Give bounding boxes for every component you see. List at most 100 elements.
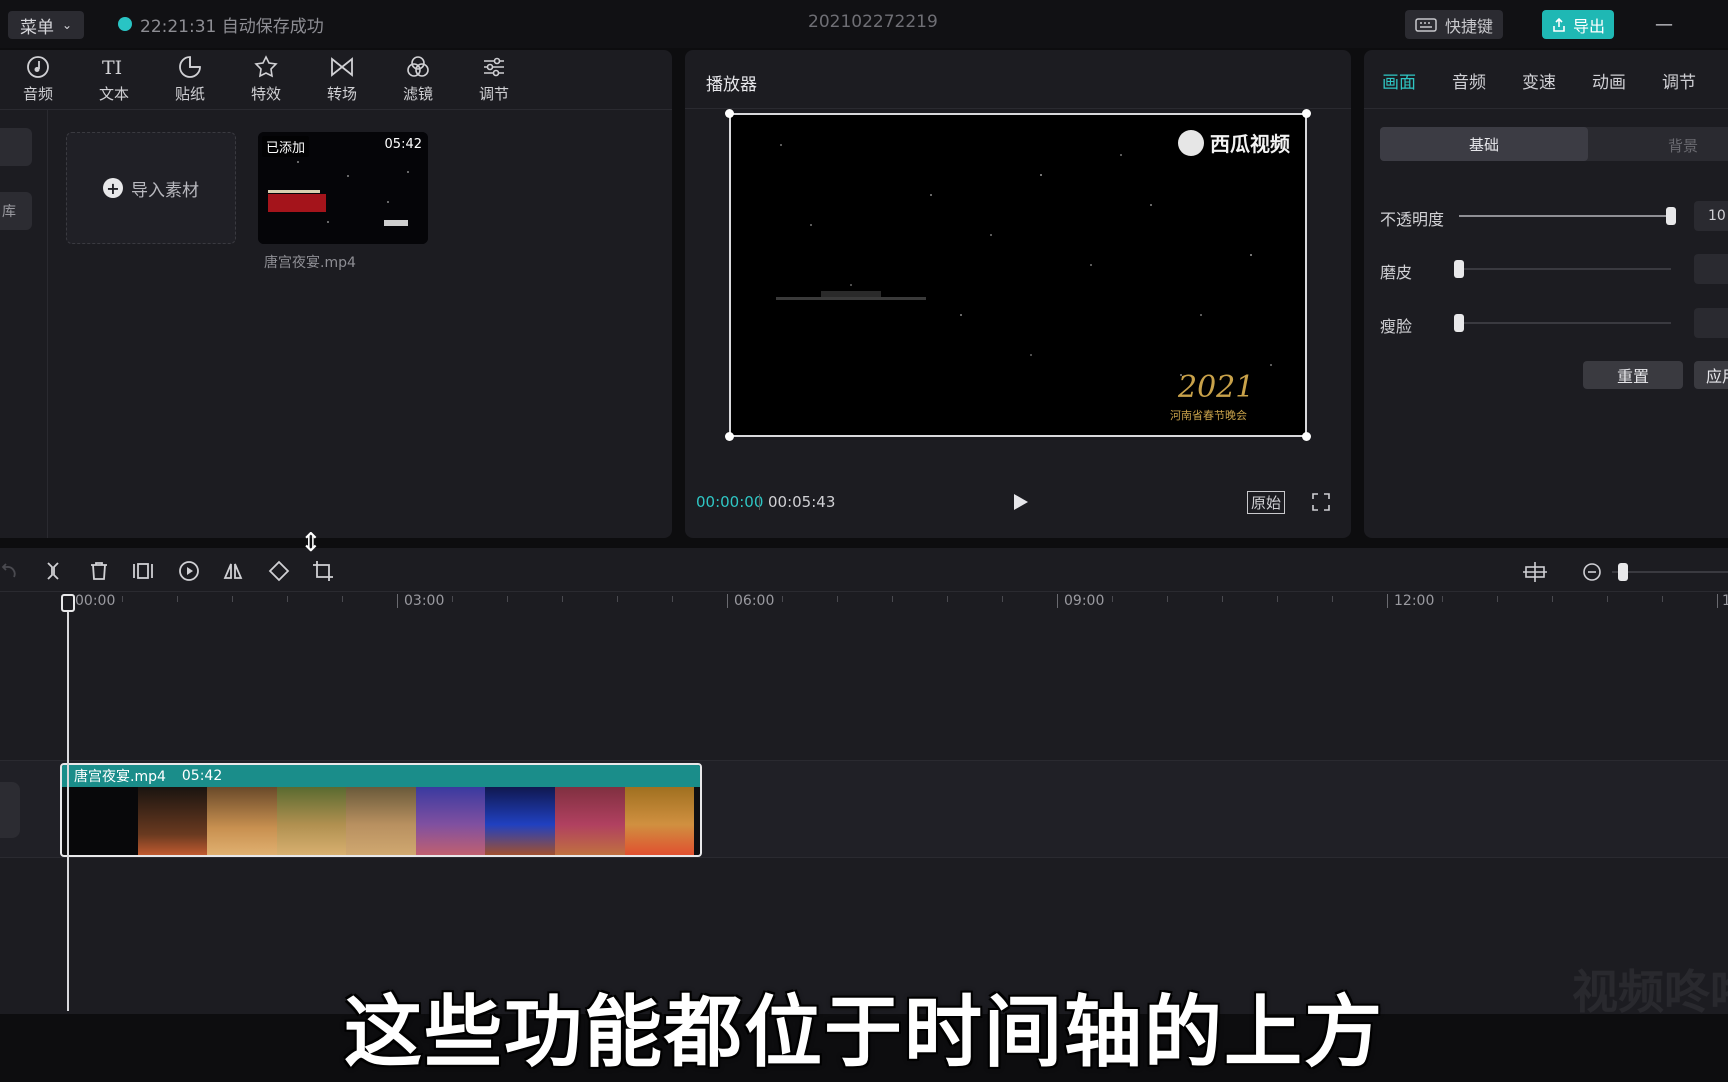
media-clip-thumbnail[interactable]: 已添加 05:42 — [258, 132, 428, 244]
slim-face-knob[interactable] — [1454, 314, 1464, 332]
playhead-line[interactable] — [67, 595, 69, 1011]
ruler-tick — [1442, 596, 1443, 602]
import-media-button[interactable]: + 导入素材 — [66, 132, 236, 244]
segment-background[interactable]: 背景 — [1668, 135, 1698, 156]
ruler-tick — [617, 596, 618, 602]
time-ruler[interactable] — [0, 592, 1728, 616]
undo-icon[interactable] — [0, 561, 18, 581]
slim-face-value[interactable] — [1694, 308, 1728, 338]
menu-label: 菜单 — [19, 17, 54, 38]
tool-text-label: 文本 — [98, 85, 129, 103]
project-title: 202102272219 — [808, 12, 938, 32]
crop-icon[interactable] — [312, 560, 334, 582]
rotate-icon[interactable] — [268, 560, 290, 582]
ruler-tick — [507, 596, 508, 602]
tab-speed[interactable]: 变速 — [1522, 68, 1556, 93]
import-label: 导入素材 — [131, 180, 199, 201]
track-cover-handle[interactable] — [0, 782, 20, 838]
export-icon — [1553, 17, 1565, 32]
ruler-tick — [1112, 596, 1113, 602]
aspect-original-button[interactable]: 原始 — [1247, 491, 1286, 514]
tab-adjust[interactable]: 调节 — [1662, 68, 1696, 93]
tool-sticker[interactable]: 贴纸 — [160, 54, 220, 110]
resize-handle-br[interactable] — [1302, 432, 1311, 441]
tab-animation[interactable]: 动画 — [1592, 68, 1626, 93]
ruler-label-0: 00:00 — [75, 593, 116, 609]
zoom-out-icon[interactable] — [1582, 562, 1602, 582]
clip-frame — [276, 787, 347, 855]
playhead-handle[interactable] — [61, 594, 75, 612]
tool-transition[interactable]: 转场 — [312, 54, 372, 110]
shortcut-button[interactable]: 快捷键 — [1405, 10, 1503, 39]
play-icon[interactable] — [1010, 492, 1030, 512]
ruler-label-3: 09:00 — [1064, 593, 1105, 609]
ruler-tick — [1387, 594, 1388, 608]
zoom-knob[interactable] — [1618, 563, 1628, 581]
save-status-icon — [118, 17, 132, 31]
smooth-label: 磨皮 — [1380, 263, 1413, 282]
mirror-icon[interactable] — [222, 560, 244, 582]
ruler-tick — [947, 596, 948, 602]
tool-text[interactable]: TI 文本 — [84, 54, 144, 110]
reverse-play-icon[interactable] — [178, 560, 200, 582]
tool-adjust[interactable]: 调节 — [464, 54, 524, 110]
slim-face-track[interactable] — [1459, 322, 1671, 324]
split-icon[interactable] — [42, 560, 64, 582]
ruler-tick — [232, 596, 233, 602]
minimize-button[interactable]: — — [1652, 12, 1676, 36]
smooth-knob[interactable] — [1454, 260, 1464, 278]
ruler-tick — [562, 596, 563, 602]
tool-audio[interactable]: 音频 — [8, 54, 68, 110]
menu-button[interactable]: 菜单 ⌄ — [8, 11, 84, 39]
ruler-tick — [782, 596, 783, 602]
apply-button[interactable]: 应用 — [1694, 361, 1728, 389]
side-tab-library[interactable]: 库 — [0, 192, 32, 230]
resize-handle-tl[interactable] — [725, 109, 734, 118]
ruler-tick — [727, 594, 728, 608]
export-button[interactable]: 导出 — [1542, 10, 1614, 39]
ruler-tick — [1717, 594, 1718, 608]
freeze-frame-icon[interactable] — [132, 560, 154, 582]
delete-icon[interactable] — [88, 560, 110, 582]
media-side-column: 库 — [0, 110, 48, 538]
resize-handle-tr[interactable] — [1302, 109, 1311, 118]
ruler-tick — [1057, 594, 1058, 608]
segment-basic[interactable]: 基础 — [1380, 127, 1588, 161]
resize-cursor-icon: ⇕ — [300, 528, 322, 558]
clip-frame — [624, 787, 695, 855]
tool-effects-label: 特效 — [250, 85, 281, 103]
clip-frames — [68, 787, 695, 855]
timeline-clip-duration: 05:42 — [181, 768, 223, 784]
fullscreen-icon[interactable] — [1312, 493, 1330, 511]
svg-text:TI: TI — [102, 57, 122, 79]
plus-icon: + — [103, 178, 123, 198]
snap-icon[interactable] — [1522, 561, 1548, 583]
tool-audio-label: 音频 — [22, 85, 53, 103]
tool-filter[interactable]: 滤镜 — [388, 54, 448, 110]
tool-effects[interactable]: 特效 — [236, 54, 296, 110]
chevron-down-icon: ⌄ — [61, 18, 73, 32]
zoom-track[interactable] — [1612, 571, 1728, 573]
clip-duration-badge: 05:42 — [384, 137, 422, 152]
smooth-value[interactable] — [1694, 254, 1728, 284]
resize-handle-bl[interactable] — [725, 432, 734, 441]
clip-frame — [485, 787, 555, 855]
opacity-knob[interactable] — [1666, 207, 1676, 225]
tab-picture[interactable]: 画面 — [1382, 68, 1416, 93]
smooth-track[interactable] — [1459, 268, 1671, 270]
shortcut-label: 快捷键 — [1444, 16, 1493, 36]
tool-filter-label: 滤镜 — [402, 85, 433, 103]
keyboard-icon — [1415, 17, 1437, 32]
side-tab-1[interactable] — [0, 128, 32, 166]
ruler-tick — [177, 596, 178, 602]
ruler-tick — [1607, 596, 1608, 602]
reset-button[interactable]: 重置 — [1583, 361, 1683, 389]
effects-icon — [254, 55, 278, 78]
timeline-toolbar — [0, 548, 1728, 592]
opacity-value[interactable]: 10 — [1694, 201, 1728, 231]
transition-icon — [331, 57, 353, 77]
tab-audio[interactable]: 音频 — [1452, 68, 1486, 93]
ruler-tick — [1277, 596, 1278, 602]
ruler-label-1: 03:00 — [404, 593, 445, 609]
timeline-clip[interactable]: 唐宫夜宴.mp4 05:42 — [60, 763, 702, 857]
